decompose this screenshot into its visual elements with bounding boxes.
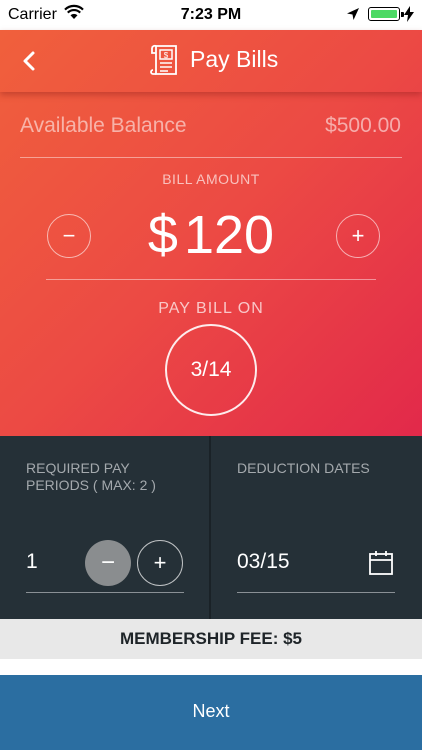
available-balance-label: Available Balance bbox=[20, 114, 187, 137]
divider bbox=[46, 279, 376, 280]
pay-periods-label: REQUIRED PAY PERIODS ( MAX: 2 ) bbox=[26, 460, 156, 493]
input-underline bbox=[26, 592, 184, 593]
chevron-left-icon bbox=[23, 51, 35, 71]
pay-periods-value: 1 bbox=[26, 550, 38, 573]
bill-amount-value: 120 bbox=[183, 205, 275, 265]
membership-fee-banner: MEMBERSHIP FEE: $5 bbox=[0, 619, 422, 659]
svg-text:$: $ bbox=[164, 51, 169, 60]
status-bar: Carrier 7:23 PM bbox=[0, 0, 422, 30]
bill-receipt-icon: $ bbox=[150, 43, 182, 84]
back-button[interactable] bbox=[16, 46, 46, 76]
plus-icon: + bbox=[351, 223, 365, 248]
deduction-dates-label: DEDUCTION DATES bbox=[237, 460, 370, 476]
plus-icon: + bbox=[153, 550, 167, 575]
divider bbox=[20, 157, 402, 158]
available-balance-value: $500.00 bbox=[325, 114, 401, 137]
increase-amount-button[interactable]: + bbox=[336, 214, 380, 258]
input-underline bbox=[237, 592, 395, 593]
bill-details-section: $ Pay Bills Available Balance $500.00 BI… bbox=[0, 30, 422, 436]
calendar-icon[interactable] bbox=[368, 550, 394, 581]
deduction-date-field[interactable]: 03/15 bbox=[237, 550, 290, 574]
deduction-dates-panel: DEDUCTION DATES 03/15 bbox=[211, 436, 422, 619]
next-button[interactable]: Next bbox=[0, 675, 422, 750]
pay-bill-on-label: PAY BILL ON bbox=[158, 300, 264, 317]
pay-periods-panel: REQUIRED PAY PERIODS ( MAX: 2 ) 1 − + bbox=[0, 436, 209, 619]
bill-amount-label: BILL AMOUNT bbox=[162, 171, 260, 187]
battery-icon bbox=[368, 7, 404, 21]
increase-periods-button[interactable]: + bbox=[137, 540, 183, 586]
pay-date-button[interactable]: 3/14 bbox=[165, 324, 257, 416]
location-arrow-icon bbox=[346, 7, 360, 26]
currency-symbol: $ bbox=[147, 205, 178, 265]
nav-bar: $ Pay Bills bbox=[0, 30, 422, 92]
minus-icon: − bbox=[100, 549, 115, 576]
charging-bolt-icon bbox=[404, 6, 414, 27]
decrease-periods-button[interactable]: − bbox=[85, 540, 131, 586]
pay-date-value: 3/14 bbox=[190, 358, 232, 381]
page-title: Pay Bills bbox=[190, 46, 279, 72]
